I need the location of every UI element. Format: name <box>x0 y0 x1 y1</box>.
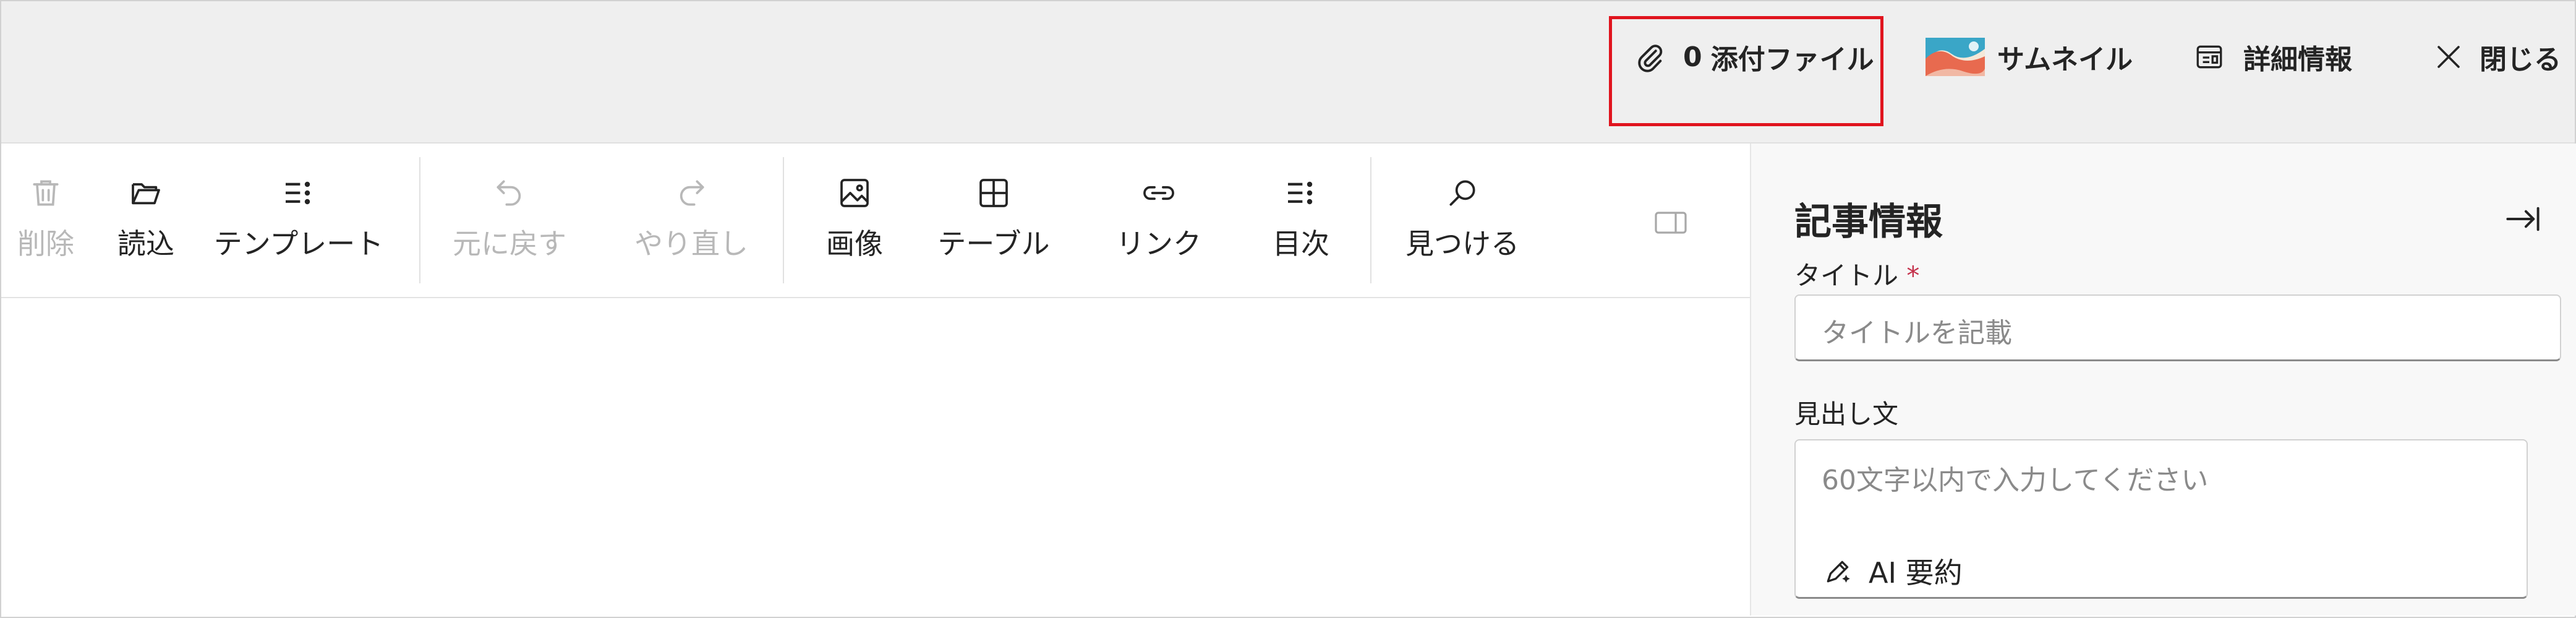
undo-icon <box>497 180 521 206</box>
redo-icon <box>680 180 704 206</box>
details-button[interactable]: 詳細情報 <box>2194 38 2352 75</box>
title-input[interactable]: タイトルを記載 <box>1794 294 2561 361</box>
link-label: リンク <box>1116 227 1201 260</box>
editor-content-area[interactable] <box>1 298 1750 616</box>
undo-button[interactable]: 元に戻す <box>448 171 571 276</box>
search-icon <box>1449 180 1475 206</box>
image-label: 画像 <box>826 227 883 260</box>
template-label: テンプレート <box>213 227 384 260</box>
toc-button[interactable]: 目次 <box>1266 171 1336 276</box>
toolbar-separator <box>1370 157 1371 283</box>
details-icon <box>2196 45 2222 69</box>
thumbnail-image-icon <box>1926 38 1985 76</box>
redo-label: やり直し <box>634 227 748 260</box>
delete-label: 削除 <box>17 227 74 260</box>
load-label: 読込 <box>117 227 174 260</box>
ai-summary-button[interactable]: AI 要約 <box>1823 551 1963 591</box>
ai-pen-icon <box>1827 560 1850 583</box>
close-label: 閉じる <box>2480 44 2561 75</box>
sidebar-toggle-button[interactable] <box>1651 203 1691 242</box>
load-button[interactable]: 読込 <box>111 171 181 276</box>
title-label-text: タイトル <box>1794 260 1899 291</box>
trash-icon <box>33 180 59 206</box>
ai-summary-label: AI 要約 <box>1869 556 1963 590</box>
toc-list-icon <box>1288 181 1313 205</box>
article-info-panel: 記事情報 タイトル * タイトルを記載 見出し文 60文字以内で入力してください… <box>1750 144 2576 616</box>
folder-open-icon <box>132 183 160 205</box>
thumbnail-button[interactable]: サムネイル <box>1926 38 2133 76</box>
panel-title: 記事情報 <box>1794 200 1943 244</box>
delete-button[interactable]: 削除 <box>11 171 80 276</box>
table-label: テーブル <box>937 227 1050 260</box>
link-icon <box>1143 186 1174 200</box>
link-button[interactable]: リンク <box>1103 171 1214 276</box>
template-button[interactable]: テンプレート <box>209 171 388 276</box>
image-button[interactable]: 画像 <box>820 171 889 276</box>
thumbnail-label: サムネイル <box>1997 44 2133 75</box>
sidebar-toggle-icon <box>1655 212 1687 234</box>
toolbar-separator <box>419 157 420 283</box>
image-icon <box>840 179 869 207</box>
title-input-placeholder: タイトルを記載 <box>1822 317 2012 349</box>
collapse-panel-button[interactable] <box>2503 200 2543 238</box>
redo-button[interactable]: やり直し <box>629 171 753 276</box>
close-icon <box>2437 46 2460 68</box>
editor-toolbar: 削除 読込 テンプレート 元に戻す やり直し 画像 テーブル リンク 目次 見つ… <box>1 144 1750 298</box>
required-mark: * <box>1906 260 1920 291</box>
attachments-highlight-box <box>1609 16 1883 126</box>
toolbar-separator <box>783 157 784 283</box>
table-button[interactable]: テーブル <box>929 171 1059 276</box>
summary-placeholder: 60文字以内で入力してください <box>1822 465 2209 496</box>
details-label: 詳細情報 <box>2243 44 2352 75</box>
close-button[interactable]: 閉じる <box>2434 38 2561 75</box>
table-icon <box>979 179 1008 207</box>
find-label: 見つける <box>1405 227 1519 260</box>
summary-textarea[interactable]: 60文字以内で入力してください AI 要約 <box>1794 439 2528 599</box>
collapse-panel-icon <box>2506 207 2540 231</box>
undo-label: 元に戻す <box>453 227 566 260</box>
summary-field-label: 見出し文 <box>1794 399 1899 429</box>
top-header-bar: 0 添付ファイル サムネイル 詳細情報 閉じる <box>1 1 2575 144</box>
find-button[interactable]: 見つける <box>1396 171 1529 276</box>
title-field-label: タイトル * <box>1794 255 1919 293</box>
toc-label: 目次 <box>1273 227 1329 260</box>
template-list-icon <box>286 181 310 205</box>
